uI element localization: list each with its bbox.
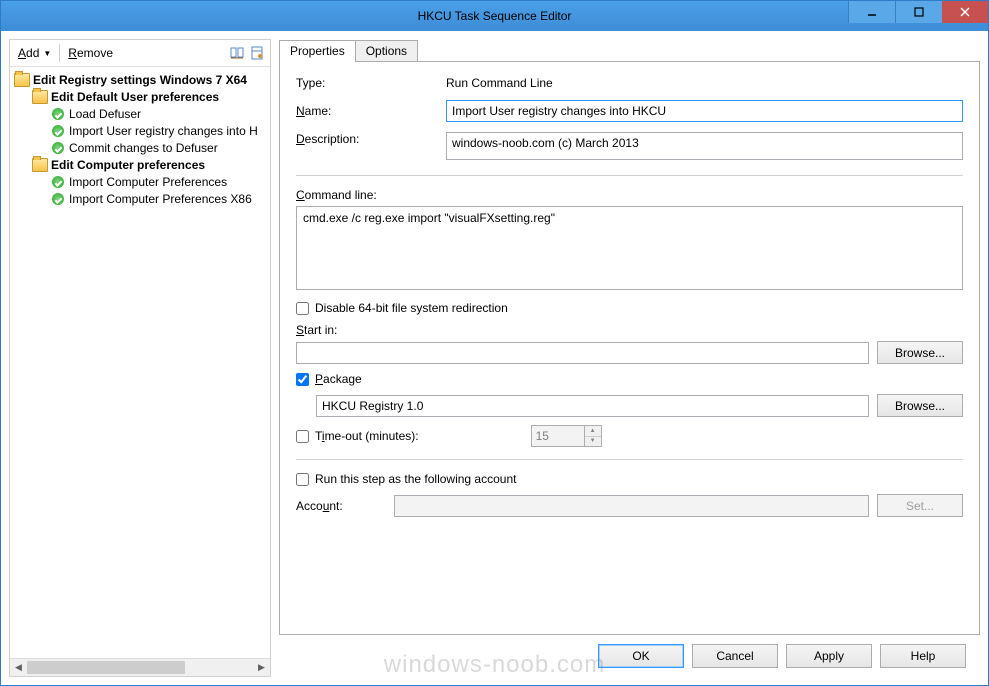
tabs: Properties Options <box>279 39 980 61</box>
disable64-label: Disable 64-bit file system redirection <box>315 301 508 315</box>
ok-button[interactable]: OK <box>598 644 684 668</box>
runas-label: Run this step as the following account <box>315 472 516 486</box>
maximize-button[interactable] <box>895 1 942 23</box>
package-checkbox[interactable] <box>296 373 309 386</box>
tree-item[interactable]: Import User registry changes into H <box>10 122 270 139</box>
task-tree[interactable]: Edit Registry settings Windows 7 X64 Edi… <box>10 67 270 658</box>
tree-label: Edit Default User preferences <box>51 90 219 104</box>
runas-checkbox[interactable] <box>296 473 309 486</box>
tree-label: Import Computer Preferences X86 <box>69 192 252 206</box>
description-input[interactable] <box>446 132 963 160</box>
set-account-button: Set... <box>877 494 963 517</box>
commandline-input[interactable] <box>296 206 963 290</box>
tree-label: Commit changes to Defuser <box>69 141 218 155</box>
chevron-down-icon: ▼ <box>43 49 51 58</box>
tree-item[interactable]: Import Computer Preferences X86 <box>10 190 270 207</box>
check-icon <box>50 106 66 122</box>
add-button[interactable]: Add ▼ <box>14 44 55 62</box>
window-controls <box>848 1 988 23</box>
tree-group[interactable]: Edit Computer preferences <box>10 156 270 173</box>
check-icon <box>50 123 66 139</box>
scroll-track[interactable] <box>27 659 253 676</box>
tree-label: Edit Registry settings Windows 7 X64 <box>33 73 247 87</box>
spinner-down-icon[interactable]: ▼ <box>585 437 601 447</box>
tab-options[interactable]: Options <box>355 40 418 61</box>
remove-button[interactable]: Remove <box>64 44 117 62</box>
disable64-checkbox[interactable] <box>296 302 309 315</box>
check-icon <box>50 191 66 207</box>
startin-input[interactable] <box>296 342 869 364</box>
titlebar: HKCU Task Sequence Editor <box>1 1 988 31</box>
minimize-button[interactable] <box>848 1 895 23</box>
tree-item[interactable]: Import Computer Preferences <box>10 173 270 190</box>
timeout-spinner[interactable]: ▲▼ <box>531 425 602 447</box>
startin-label: Start in: <box>296 323 963 337</box>
tree-group[interactable]: Edit Default User preferences <box>10 88 270 105</box>
close-button[interactable] <box>942 1 988 23</box>
tab-properties[interactable]: Properties <box>279 40 356 62</box>
description-label: Description: <box>296 132 446 146</box>
add-label: dd <box>26 46 39 60</box>
separator <box>59 44 60 62</box>
folder-icon <box>32 157 48 173</box>
account-label: Account: <box>296 499 386 513</box>
tree-label: Load Defuser <box>69 107 141 121</box>
cancel-button[interactable]: Cancel <box>692 644 778 668</box>
type-value: Run Command Line <box>446 76 963 90</box>
type-label: Type: <box>296 76 446 90</box>
browse-startin-button[interactable]: Browse... <box>877 341 963 364</box>
name-input[interactable] <box>446 100 963 122</box>
left-pane: Add ▼ Remove Edit Registry setti <box>9 39 271 677</box>
spinner-up-icon[interactable]: ▲ <box>585 426 601 437</box>
remove-label: emove <box>77 46 113 60</box>
help-button[interactable]: Help <box>880 644 966 668</box>
folder-icon <box>14 72 30 88</box>
apply-button[interactable]: Apply <box>786 644 872 668</box>
check-icon <box>50 140 66 156</box>
tree-item[interactable]: Commit changes to Defuser <box>10 139 270 156</box>
browse-package-button[interactable]: Browse... <box>877 394 963 417</box>
package-input[interactable] <box>316 395 869 417</box>
tree-label: Import User registry changes into H <box>69 124 258 138</box>
timeout-label: Time-out (minutes): <box>315 429 419 443</box>
properties-icon[interactable] <box>248 44 266 62</box>
window: HKCU Task Sequence Editor Add ▼ <box>0 0 989 686</box>
package-label: Package <box>315 372 362 386</box>
right-pane: Properties Options Type: Run Command Lin… <box>279 39 980 677</box>
dialog-buttons: OK Cancel Apply Help <box>279 635 980 677</box>
tree-item[interactable]: Load Defuser <box>10 105 270 122</box>
tree-label: Import Computer Preferences <box>69 175 227 189</box>
horizontal-scrollbar[interactable]: ◀ ▶ <box>10 658 270 676</box>
scroll-left-arrow[interactable]: ◀ <box>10 659 27 676</box>
name-label: Name: <box>296 104 446 118</box>
window-title: HKCU Task Sequence Editor <box>1 9 988 23</box>
commandline-label: Command line: <box>296 188 963 202</box>
folder-icon <box>32 89 48 105</box>
left-toolbar: Add ▼ Remove <box>10 40 270 67</box>
properties-panel: Type: Run Command Line Name: Description… <box>279 61 980 635</box>
body: Add ▼ Remove Edit Registry setti <box>1 31 988 685</box>
tree-root[interactable]: Edit Registry settings Windows 7 X64 <box>10 71 270 88</box>
tree-label: Edit Computer preferences <box>51 158 205 172</box>
timeout-checkbox[interactable] <box>296 430 309 443</box>
scroll-thumb[interactable] <box>27 661 185 674</box>
account-input <box>394 495 869 517</box>
timeout-value <box>532 426 584 446</box>
check-icon <box>50 174 66 190</box>
scroll-right-arrow[interactable]: ▶ <box>253 659 270 676</box>
new-group-icon[interactable] <box>228 44 246 62</box>
